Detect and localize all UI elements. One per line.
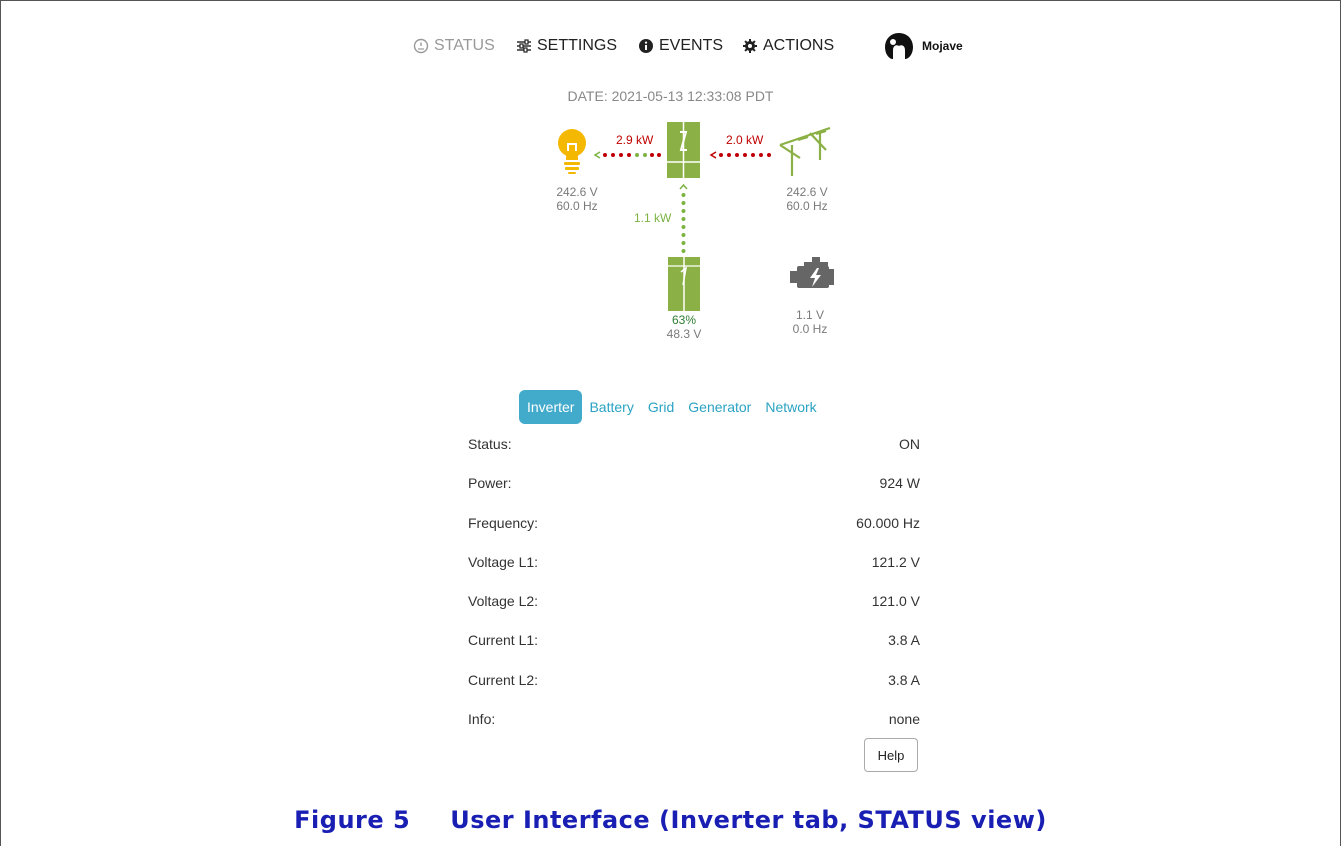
figure-title: User Interface (Inverter tab, STATUS vie… [450,806,1047,834]
grid-frequency: 60.0 Hz [786,199,828,213]
power-flow-diagram: 2.9 kW 2.0 kW 1.1 kW 242.6 V 60.0 Hz 242… [0,0,1341,380]
row-value: ON [899,436,920,452]
table-row: Voltage L2: 121.0 V [468,589,920,628]
row-label: Voltage L1: [468,553,539,570]
table-row: Status: ON [468,432,920,471]
lightbulb-icon [558,129,586,174]
battery-power: 1.1 kW [634,211,672,225]
load-readout: 242.6 V 60.0 Hz [552,185,602,213]
figure-number: Figure 5 [294,806,411,834]
battery-flow-dots [679,183,688,253]
inverter-icon [667,122,700,178]
grid-readout: 242.6 V 60.0 Hz [780,185,834,213]
table-row: Voltage L1: 121.2 V [468,550,920,589]
row-label: Frequency: [468,514,539,531]
row-value: 60.000 Hz [856,514,920,531]
row-label: Current L2: [468,671,539,688]
tab-inverter[interactable]: Inverter [519,390,583,424]
row-label: Status: [468,436,512,452]
load-flow-dots [593,151,661,159]
table-row: Current L2: 3.8 A [468,668,920,707]
battery-voltage: 48.3 V [666,327,702,341]
inverter-status-table: Status: ON Power: 924 W Frequency: 60.00… [468,432,920,746]
generator-frequency: 0.0 Hz [792,322,828,336]
grid-power: 2.0 kW [726,133,764,147]
help-button[interactable]: Help [864,738,918,772]
tab-network[interactable]: Network [758,391,823,423]
load-frequency: 60.0 Hz [556,199,598,213]
tab-grid[interactable]: Grid [641,391,681,423]
generator-voltage: 1.1 V [795,308,825,322]
row-value: 3.8 A [888,632,920,649]
row-label: Voltage L2: [468,593,539,610]
row-value: 121.0 V [871,593,920,610]
row-value: 924 W [879,475,920,492]
table-row: Power: 924 W [468,471,920,510]
tab-battery[interactable]: Battery [582,391,640,423]
load-power: 2.9 kW [616,133,654,147]
battery-icon [668,257,700,311]
battery-soc: 63% [671,313,697,327]
engine-icon [790,257,834,288]
battery-readout: 63% 48.3 V [659,313,709,341]
table-row: Current L1: 3.8 A [468,628,920,667]
row-label: Power: [468,475,512,492]
grid-flow-dots [709,151,771,159]
table-row: Frequency: 60.000 Hz [468,511,920,550]
load-voltage: 242.6 V [556,185,598,199]
detail-tabs: Inverter Battery Grid Generator Network [519,390,824,424]
row-value: 3.8 A [888,671,920,688]
generator-readout: 1.1 V 0.0 Hz [785,308,835,336]
row-value: 121.2 V [871,553,920,570]
row-label: Info: [468,711,496,728]
power-pole-icon [779,126,831,176]
table-row: Info: none [468,707,920,746]
grid-voltage: 242.6 V [786,185,828,199]
tab-generator[interactable]: Generator [681,391,758,423]
row-label: Current L1: [468,632,539,649]
figure-caption: Figure 5 User Interface (Inverter tab, ST… [0,806,1341,834]
